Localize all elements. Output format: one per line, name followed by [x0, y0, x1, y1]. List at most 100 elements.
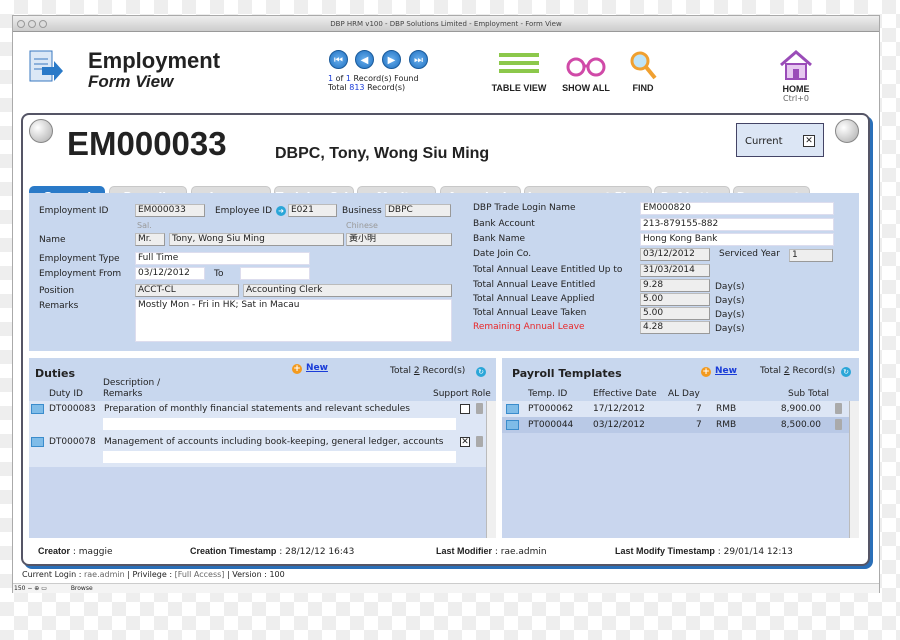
login-field[interactable]: EM000820 [640, 202, 834, 215]
modified-label: Last Modify Timestamp [615, 546, 715, 556]
record-icon[interactable] [506, 404, 519, 414]
table-row[interactable]: PT000044 03/12/2012 7 RMB 8,500.00 [502, 417, 849, 433]
employment-type-field[interactable]: Full Time [135, 252, 310, 265]
close-window-button[interactable] [17, 20, 25, 28]
page-subtitle: Form View [88, 72, 174, 91]
position-code-field[interactable]: ACCT-CL [135, 284, 239, 297]
home-label: HOME [782, 84, 810, 94]
duties-title: Duties [35, 367, 75, 380]
support-role-checkbox[interactable]: ✕ [460, 437, 470, 447]
version-label: | Version : [226, 570, 267, 579]
trash-icon[interactable] [835, 403, 842, 414]
next-record-button[interactable]: ▶ [382, 50, 401, 69]
total-suffix: Record(s) [792, 366, 836, 376]
col-description: Description / [103, 378, 161, 388]
magnifier-icon [628, 50, 658, 83]
payroll-total: Total 2 Record(s) [760, 366, 835, 376]
bank-name-field[interactable]: Hong Kong Bank [640, 233, 834, 246]
found-total: 1 [345, 74, 351, 83]
duties-panel: Duties + New Total 2 Record(s) ↻ Duty ID… [29, 358, 496, 538]
employment-type-label: Employment Type [39, 254, 120, 264]
new-payroll-link[interactable]: New [715, 366, 737, 376]
trash-icon[interactable] [476, 403, 483, 414]
duty-id: DT000083 [49, 404, 96, 414]
home-shortcut: Ctrl+0 [782, 94, 810, 103]
mode-indicator[interactable]: Browse [71, 585, 93, 592]
trash-icon[interactable] [835, 419, 842, 430]
duties-scrollbar[interactable] [486, 401, 496, 538]
modifier-label: Last Modifier [436, 546, 493, 556]
serviced-year-field[interactable]: 1 [789, 249, 833, 262]
date-join-field[interactable]: 03/12/2012 [640, 248, 710, 261]
al-entitled-field[interactable]: 9.28 [640, 279, 710, 292]
remarks-label: Remarks [39, 301, 79, 311]
show-all-label: SHOW ALL [562, 83, 610, 93]
al-entitled-label: Total Annual Leave Entitled [473, 280, 596, 290]
app-window: DBP HRM v100 - DBP Solutions Limited - E… [12, 15, 880, 593]
al-taken-label: Total Annual Leave Taken [473, 308, 587, 318]
login-value: rae.admin [83, 570, 125, 579]
table-row[interactable]: DT000078 Management of accounts including… [29, 434, 486, 467]
current-checkbox[interactable]: ✕ [803, 135, 815, 147]
al-taken-field[interactable]: 5.00 [640, 307, 710, 320]
al-applied-field[interactable]: 5.00 [640, 293, 710, 306]
record-icon[interactable] [506, 420, 519, 430]
trash-icon[interactable] [476, 436, 483, 447]
previous-record-button[interactable]: ◀ [355, 50, 374, 69]
total-count: 2 [413, 366, 420, 376]
table-row[interactable]: DT000083 Preparation of monthly financial… [29, 401, 486, 434]
col-duty-id: Duty ID [49, 389, 83, 399]
table-row[interactable]: PT000062 17/12/2012 7 RMB 8,900.00 [502, 401, 849, 417]
duty-remarks-field[interactable] [103, 451, 456, 463]
glasses-icon [564, 50, 608, 83]
record-icon[interactable] [31, 404, 44, 414]
show-all-button[interactable]: SHOW ALL [558, 50, 614, 93]
bank-account-field[interactable]: 213-879155-882 [640, 218, 834, 231]
duty-remarks-field[interactable] [103, 418, 456, 430]
employee-lookup-icon[interactable]: ➜ [276, 206, 286, 216]
new-duty-link[interactable]: New [306, 363, 328, 373]
status-bar: 150 − ⊕ ▭ Browse [13, 583, 879, 593]
employment-id-field[interactable]: EM000033 [135, 204, 205, 217]
chinese-name-field[interactable]: 黃小明 [346, 233, 452, 246]
home-button[interactable]: HOME Ctrl+0 [773, 49, 819, 103]
employee-id-field[interactable]: E021 [288, 204, 337, 217]
add-icon: + [701, 367, 711, 377]
days-unit: Day(s) [715, 310, 745, 320]
col-remarks: Remarks [103, 389, 143, 399]
date-join-label: Date Join Co. [473, 249, 532, 259]
payroll-scrollbar[interactable] [849, 401, 859, 538]
employment-to-field[interactable] [240, 267, 310, 280]
creator-label: Creator [38, 546, 71, 556]
days-unit: Day(s) [715, 296, 745, 306]
to-label: To [214, 269, 224, 279]
sub-total: 8,500.00 [780, 420, 821, 430]
minimize-window-button[interactable] [28, 20, 36, 28]
temp-id: PT000044 [528, 420, 574, 430]
zoom-level[interactable]: 150 [14, 585, 25, 592]
last-record-button[interactable]: ⏭ [409, 50, 428, 69]
name-field[interactable]: Tony, Wong Siu Ming [169, 233, 344, 246]
total-prefix: Total [760, 366, 782, 376]
zoom-window-button[interactable] [39, 20, 47, 28]
al-remaining-field[interactable]: 4.28 [640, 321, 710, 334]
chinese-hint: Chinese [346, 221, 378, 230]
refresh-icon[interactable]: ↻ [476, 367, 486, 377]
employment-from-field[interactable]: 03/12/2012 [135, 267, 205, 280]
business-field[interactable]: DBPC [385, 204, 451, 217]
first-record-button[interactable]: ⏮ [329, 50, 348, 69]
privilege-value: [Full Access] [174, 570, 225, 579]
find-button[interactable]: FIND [623, 50, 663, 93]
col-al-day: AL Day [668, 389, 700, 399]
al-upto-field[interactable]: 31/03/2014 [640, 264, 710, 277]
support-role-checkbox[interactable] [460, 404, 470, 414]
status-box: Current ✕ [736, 123, 824, 157]
table-view-button[interactable]: TABLE VIEW [488, 50, 550, 93]
position-name-field[interactable]: Accounting Clerk [243, 284, 452, 297]
remarks-field[interactable]: Mostly Mon - Fri in HK; Sat in Macau [135, 299, 452, 342]
salutation-field[interactable]: Mr. [135, 233, 165, 246]
duty-description: Preparation of monthly financial stateme… [104, 404, 410, 414]
payroll-title: Payroll Templates [512, 367, 622, 380]
record-icon[interactable] [31, 437, 44, 447]
refresh-icon[interactable]: ↻ [841, 367, 851, 377]
